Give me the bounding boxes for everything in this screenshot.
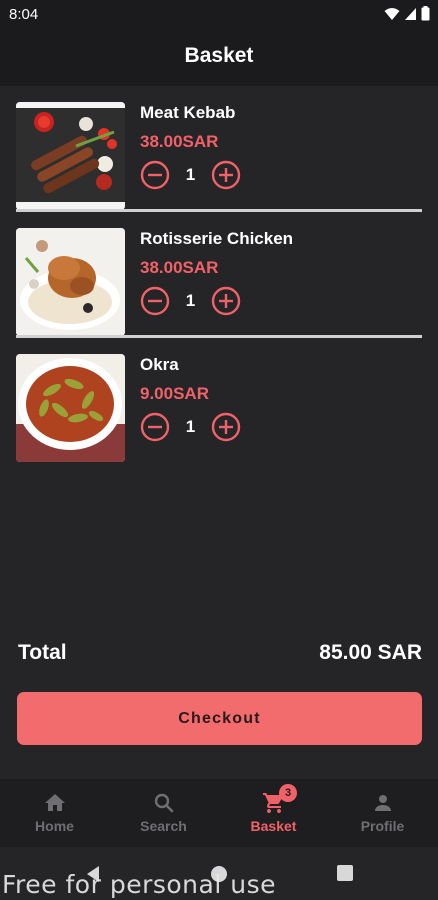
nav-label: Home bbox=[35, 818, 74, 834]
increase-quantity-button[interactable] bbox=[211, 286, 241, 316]
status-icons bbox=[384, 6, 430, 21]
nav-profile[interactable]: Profile bbox=[328, 791, 437, 841]
checkout-label: Checkout bbox=[178, 709, 261, 727]
watermark: Free for personal use bbox=[2, 870, 276, 899]
quantity-value: 1 bbox=[185, 165, 196, 184]
basket-item-rotisserie-chicken: Rotisserie Chicken 38.00SAR 1 bbox=[16, 228, 422, 338]
quantity-stepper: 1 bbox=[140, 160, 242, 190]
quantity-value: 1 bbox=[185, 291, 196, 310]
increase-quantity-button[interactable] bbox=[211, 412, 241, 442]
wifi-icon bbox=[384, 7, 400, 20]
nav-label: Profile bbox=[360, 818, 405, 834]
item-name: Okra bbox=[140, 355, 179, 374]
person-icon bbox=[374, 795, 391, 811]
total-label: Total bbox=[18, 641, 67, 664]
app-bar: Basket bbox=[0, 30, 438, 86]
home-icon bbox=[44, 794, 65, 811]
battery-icon bbox=[421, 6, 430, 21]
okra-image bbox=[16, 354, 125, 462]
nav-label: Search bbox=[140, 818, 187, 834]
status-bar: 8:04 bbox=[0, 0, 438, 30]
bottom-nav: Home Search 3 Basket Profile bbox=[0, 779, 438, 847]
item-name: Meat Kebab bbox=[140, 103, 236, 122]
recent-apps-icon[interactable] bbox=[337, 865, 353, 881]
total-value: 85.00 SAR bbox=[319, 641, 422, 664]
rotisserie-chicken-image bbox=[16, 228, 125, 336]
item-price: 38.00SAR bbox=[140, 258, 219, 277]
item-divider bbox=[16, 335, 422, 338]
quantity-stepper: 1 bbox=[140, 412, 242, 442]
quantity-stepper: 1 bbox=[140, 286, 242, 316]
item-divider bbox=[16, 209, 422, 212]
status-time: 8:04 bbox=[9, 6, 39, 23]
decrease-quantity-button[interactable] bbox=[140, 286, 170, 316]
item-price: 9.00SAR bbox=[140, 384, 209, 403]
nav-label: Basket bbox=[250, 818, 297, 834]
search-icon bbox=[154, 793, 173, 813]
signal-icon bbox=[405, 7, 416, 20]
total-row: Total 85.00 SAR bbox=[18, 641, 422, 669]
nav-basket[interactable]: 3 Basket bbox=[219, 784, 328, 841]
item-price: 38.00SAR bbox=[140, 132, 219, 151]
nav-home[interactable]: Home bbox=[0, 791, 109, 841]
decrease-quantity-button[interactable] bbox=[140, 412, 170, 442]
item-name: Rotisserie Chicken bbox=[140, 229, 294, 248]
cart-count-badge: 3 bbox=[279, 784, 297, 802]
checkout-button[interactable]: Checkout bbox=[17, 692, 422, 745]
quantity-value: 1 bbox=[185, 417, 196, 436]
page-title: Basket bbox=[184, 44, 254, 67]
meat-kebab-image bbox=[16, 102, 125, 210]
decrease-quantity-button[interactable] bbox=[140, 160, 170, 190]
nav-search[interactable]: Search bbox=[109, 791, 218, 841]
basket-item-meat-kebab: Meat Kebab 38.00SAR 1 bbox=[16, 102, 422, 212]
increase-quantity-button[interactable] bbox=[211, 160, 241, 190]
basket-item-okra: Okra 9.00SAR 1 bbox=[16, 354, 422, 464]
